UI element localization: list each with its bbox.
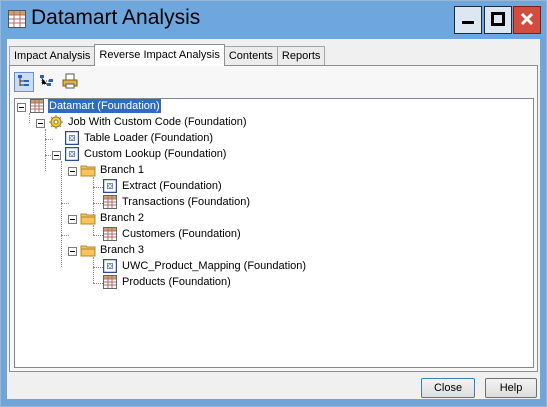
tree-node[interactable]: Table Loader (Foundation) (64, 130, 214, 146)
diagram-view-button[interactable] (37, 72, 57, 92)
table-icon (29, 98, 45, 114)
maximize-icon (491, 11, 505, 29)
tree-node[interactable]: Job With Custom Code (Foundation) (48, 114, 248, 130)
tree-node-label: Table Loader (Foundation) (84, 132, 214, 144)
tree-node-label: Customers (Foundation) (122, 228, 241, 240)
tree-node-label: Branch 1 (100, 164, 145, 176)
table-icon (102, 194, 118, 210)
print-icon (62, 73, 78, 92)
tree-node-label: Branch 3 (100, 244, 145, 256)
tree-node[interactable]: Branch 2 (80, 210, 145, 226)
tree-node-label: Extract (Foundation) (122, 180, 222, 192)
tree-node-label: Custom Lookup (Foundation) (84, 148, 227, 160)
table-icon (102, 274, 118, 290)
table-icon (102, 226, 118, 242)
minimize-icon (461, 12, 475, 29)
toolbar (14, 72, 83, 94)
tree-node[interactable]: Datamart (Foundation) (29, 98, 161, 114)
tree-node[interactable]: Products (Foundation) (102, 274, 232, 290)
job-icon (48, 114, 64, 130)
transform-icon (102, 178, 118, 194)
tree-node-label: Job With Custom Code (Foundation) (68, 116, 247, 128)
tree-node-label: Datamart (Foundation) (48, 99, 161, 113)
minimize-button[interactable] (454, 6, 482, 34)
title-bar[interactable]: Datamart Analysis (1, 1, 546, 39)
close-window-button[interactable] (513, 6, 541, 34)
tab-panel: Datamart (Foundation) Job With Custom Co… (9, 65, 538, 372)
collapse-toggle[interactable] (68, 215, 77, 224)
help-button[interactable]: Help (485, 378, 537, 398)
diagram-view-icon (39, 74, 55, 91)
tree-node-label: UWC_Product_Mapping (Foundation) (122, 260, 307, 272)
close-button[interactable]: Close (421, 378, 475, 398)
window-title: Datamart Analysis (31, 6, 201, 29)
tree-node[interactable]: Extract (Foundation) (102, 178, 223, 194)
table-icon (8, 10, 26, 31)
close-icon (520, 12, 534, 29)
transform-icon (64, 130, 80, 146)
tree-node-label: Transactions (Foundation) (122, 196, 250, 208)
print-button[interactable] (60, 72, 80, 92)
dialog-body: Impact Analysis Reverse Impact Analysis … (7, 39, 540, 399)
folder-icon (80, 162, 96, 178)
collapse-toggle[interactable] (68, 167, 77, 176)
collapse-toggle[interactable] (52, 151, 61, 160)
tab-contents[interactable]: Contents (223, 46, 278, 65)
transform-icon (102, 258, 118, 274)
tree-node[interactable]: Branch 3 (80, 242, 145, 258)
tree-node[interactable]: Customers (Foundation) (102, 226, 242, 242)
impact-tree[interactable]: Datamart (Foundation) Job With Custom Co… (14, 98, 534, 368)
tab-impact-analysis[interactable]: Impact Analysis (9, 46, 96, 65)
dialog-window: Datamart Analysis Impact Analysis Revers… (0, 0, 547, 407)
maximize-button[interactable] (484, 6, 512, 34)
collapse-toggle[interactable] (68, 247, 77, 256)
tree-node-label: Branch 2 (100, 212, 145, 224)
tree-view-icon (17, 74, 31, 91)
collapse-toggle[interactable] (17, 103, 26, 112)
transform-icon (64, 146, 80, 162)
tree-node[interactable]: Branch 1 (80, 162, 145, 178)
tree-node[interactable]: Custom Lookup (Foundation) (64, 146, 227, 162)
folder-icon (80, 210, 96, 226)
collapse-toggle[interactable] (36, 119, 45, 128)
tree-view-button[interactable] (14, 72, 34, 92)
tab-strip: Impact Analysis Reverse Impact Analysis … (9, 44, 326, 66)
tab-reverse-impact-analysis[interactable]: Reverse Impact Analysis (94, 44, 225, 66)
tree-node-label: Products (Foundation) (122, 276, 231, 288)
tree-node[interactable]: UWC_Product_Mapping (Foundation) (102, 258, 307, 274)
tab-reports[interactable]: Reports (276, 46, 326, 65)
folder-icon (80, 242, 96, 258)
tree-node[interactable]: Transactions (Foundation) (102, 194, 251, 210)
